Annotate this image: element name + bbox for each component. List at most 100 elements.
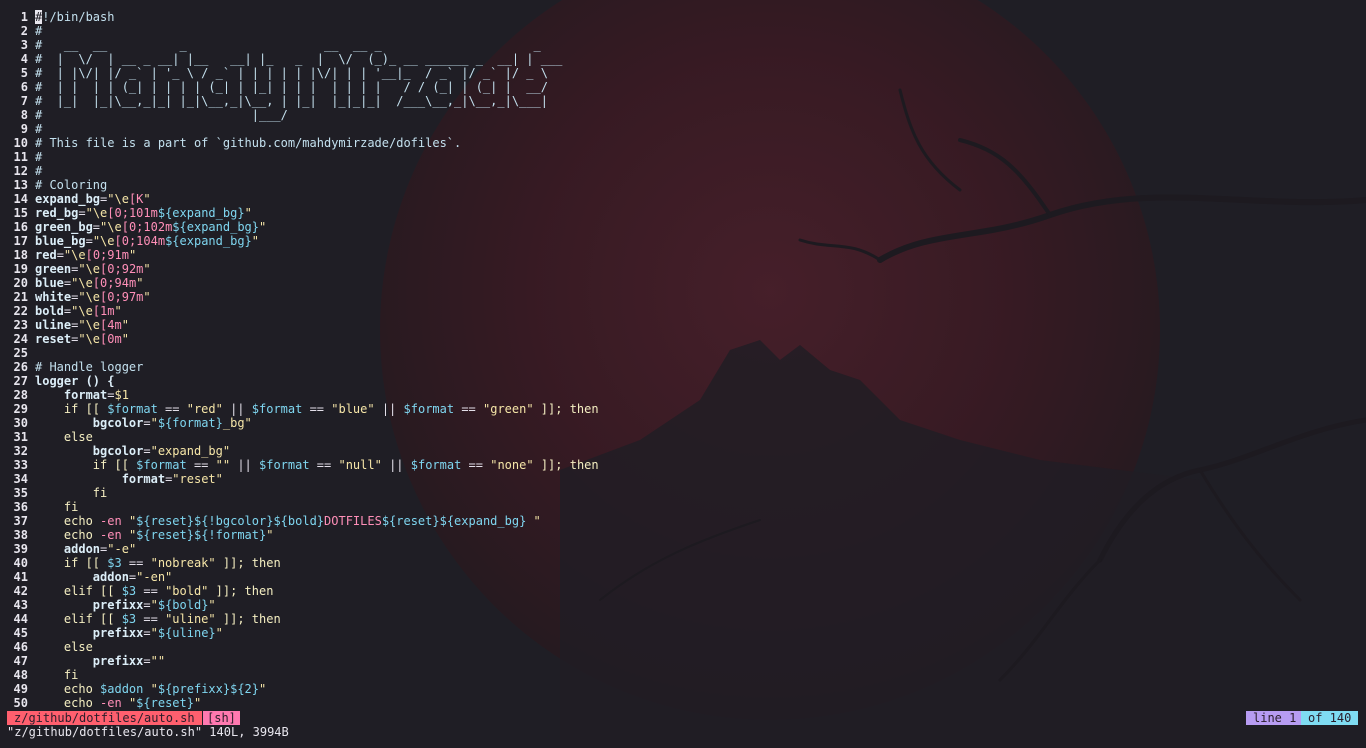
code-line[interactable]: 25 bbox=[0, 346, 1366, 360]
code-token: # bbox=[35, 24, 43, 38]
code-line[interactable]: 10 # This file is a part of `github.com/m… bbox=[0, 136, 1366, 150]
code-token: = bbox=[56, 248, 64, 262]
code-line[interactable]: 34 format="reset" bbox=[0, 472, 1366, 486]
code-token: " bbox=[259, 220, 267, 234]
editor-buffer[interactable]: 1 #!/bin/bash 2 #3 # __ __ _ __ __ _ _ 4 # | \… bbox=[0, 10, 1366, 710]
code-line[interactable]: 17 blue_bg="\e[0;104m${expand_bg}" bbox=[0, 234, 1366, 248]
code-line[interactable]: 21 white="\e[0;97m" bbox=[0, 290, 1366, 304]
code-token: "-en" bbox=[136, 570, 173, 584]
code-line[interactable]: 20 blue="\e[0;94m" bbox=[0, 276, 1366, 290]
code-line[interactable]: 41 addon="-en" bbox=[0, 570, 1366, 584]
code-line[interactable]: 37 echo -en " ${reset}${!bgcolor}${bold}D… bbox=[0, 514, 1366, 528]
code-line[interactable]: 23 uline="\e[4m" bbox=[0, 318, 1366, 332]
code-line[interactable]: 35 fi bbox=[0, 486, 1366, 500]
code-token: || bbox=[222, 402, 252, 416]
code-token: "-e" bbox=[107, 542, 137, 556]
code-line[interactable]: 14 expand_bg="\e[K" bbox=[0, 192, 1366, 206]
code-line[interactable]: 16 green_bg="\e[0;102m${expand_bg}" bbox=[0, 220, 1366, 234]
code-line[interactable]: 46 else bbox=[0, 640, 1366, 654]
code-line[interactable]: 18 red="\e[0;91m" bbox=[0, 248, 1366, 262]
code-line[interactable]: 22 bold="\e[1m" bbox=[0, 304, 1366, 318]
code-line[interactable]: 47 prefixx="" bbox=[0, 654, 1366, 668]
code-line[interactable]: 38 echo -en "${reset}${!format}" bbox=[0, 528, 1366, 542]
code-line[interactable]: 45 prefixx="${uline}" bbox=[0, 626, 1366, 640]
code-token: == bbox=[136, 584, 166, 598]
code-line[interactable]: 27 logger () { bbox=[0, 374, 1366, 388]
code-line[interactable]: 28 format=$1 bbox=[0, 388, 1366, 402]
command-line-message[interactable]: "z/github/dotfiles/auto.sh" 140L, 3994B bbox=[7, 725, 289, 739]
code-line[interactable]: 4 # | \/ | __ _ __| |__ __| |_ _ | \/ (_)… bbox=[0, 52, 1366, 66]
code-token: # bbox=[35, 122, 43, 136]
code-token: bgcolor bbox=[92, 416, 144, 430]
code-token: " bbox=[266, 528, 274, 542]
line-number: 4 bbox=[20, 52, 28, 66]
code-token: " bbox=[150, 416, 158, 430]
code-line[interactable]: 6 # | | | | (_| | | | | (_| | |_| | | | |… bbox=[0, 80, 1366, 94]
code-token: ${uline} bbox=[157, 626, 216, 640]
code-line[interactable]: 5 # | |\/| |/ _` | '_ \ / _` | | | | | |\… bbox=[0, 66, 1366, 80]
code-line[interactable]: 1 #!/bin/bash bbox=[0, 10, 1366, 24]
code-line[interactable]: 9 # bbox=[0, 122, 1366, 136]
code-text: red="\e[0;91m" bbox=[35, 248, 136, 262]
code-line[interactable]: 39 addon="-e" bbox=[0, 542, 1366, 556]
code-line[interactable]: 11 # bbox=[0, 150, 1366, 164]
code-text: green_bg="\e[0;102m${expand_bg}" bbox=[35, 220, 266, 234]
code-token: # |___/ bbox=[35, 108, 288, 122]
code-token: [1m bbox=[92, 304, 115, 318]
code-line[interactable]: 36 fi bbox=[0, 500, 1366, 514]
code-token: [0;91m bbox=[85, 248, 129, 262]
code-token: -en bbox=[100, 514, 129, 528]
code-line[interactable]: 40 if [[ $3 == "nobreak" ]]; then bbox=[0, 556, 1366, 570]
code-token: "nobreak" bbox=[150, 556, 216, 570]
line-number: 35 bbox=[13, 486, 28, 500]
code-line[interactable]: 12 # bbox=[0, 164, 1366, 178]
line-number: 21 bbox=[13, 290, 28, 304]
code-token: "blue" bbox=[331, 402, 375, 416]
code-token: expand_bg bbox=[35, 192, 101, 206]
line-number: 7 bbox=[20, 94, 28, 108]
code-token: ${expand_bg} bbox=[172, 220, 259, 234]
code-text: else bbox=[35, 430, 93, 444]
code-line[interactable]: 13 # Coloring bbox=[0, 178, 1366, 192]
line-number: 15 bbox=[13, 206, 28, 220]
code-line[interactable]: 26 # Handle logger bbox=[0, 360, 1366, 374]
code-line[interactable]: 49 echo $addon "${prefixx}${2}" bbox=[0, 682, 1366, 696]
code-line[interactable]: 30 bgcolor="${format}_bg" bbox=[0, 416, 1366, 430]
code-line[interactable]: 44 elif [[ $3 == "uline" ]]; then bbox=[0, 612, 1366, 626]
code-token: format bbox=[121, 472, 166, 486]
code-token: ${prefixx}${2} bbox=[157, 682, 259, 696]
code-line[interactable]: 29 if [[ $format == "red" || $format == … bbox=[0, 402, 1366, 416]
code-line[interactable]: 33 if [[ $format == "" || $format == "nu… bbox=[0, 458, 1366, 472]
code-line[interactable]: 8 # |___/ bbox=[0, 108, 1366, 122]
line-number: 3 bbox=[20, 38, 28, 52]
line-number: 45 bbox=[13, 626, 28, 640]
code-token: = bbox=[107, 388, 115, 402]
code-line[interactable]: 48 fi bbox=[0, 668, 1366, 682]
code-token: [0;97m bbox=[100, 290, 144, 304]
code-line[interactable]: 31 else bbox=[0, 430, 1366, 444]
statusline: z/github/dotfiles/auto.sh [sh] line 1 of… bbox=[0, 711, 1366, 725]
line-number: 26 bbox=[13, 360, 28, 374]
code-token: " bbox=[128, 248, 137, 262]
code-line[interactable]: 43 prefixx="${bold}" bbox=[0, 598, 1366, 612]
code-line[interactable]: 15 red_bg="\e[0;101m${expand_bg}" bbox=[0, 206, 1366, 220]
code-token: $3 bbox=[121, 612, 137, 626]
code-line[interactable]: 24 reset="\e[0m" bbox=[0, 332, 1366, 346]
code-line[interactable]: 19 green="\e[0;92m" bbox=[0, 262, 1366, 276]
line-number: 5 bbox=[20, 66, 28, 80]
code-text: fi bbox=[35, 500, 78, 514]
line-number: 32 bbox=[13, 444, 28, 458]
code-line[interactable]: 50 echo -en "${reset}" bbox=[0, 696, 1366, 710]
code-token: bold bbox=[35, 304, 64, 318]
code-token: $format bbox=[259, 458, 310, 472]
code-token: == bbox=[454, 402, 483, 416]
code-line[interactable]: 7 # |_| |_|\__,_|_| |_|\__,_|\__, | |_| |… bbox=[0, 94, 1366, 108]
code-line[interactable]: 3 # __ __ _ __ __ _ _ bbox=[0, 38, 1366, 52]
code-line[interactable]: 32 bgcolor="expand_bg" bbox=[0, 444, 1366, 458]
line-number: 19 bbox=[13, 262, 28, 276]
code-token: [0;92m bbox=[100, 262, 144, 276]
code-line[interactable]: 2 # bbox=[0, 24, 1366, 38]
code-line[interactable]: 42 elif [[ $3 == "bold" ]]; then bbox=[0, 584, 1366, 598]
code-token: ]]; then bbox=[533, 402, 599, 416]
code-token: addon bbox=[92, 570, 129, 584]
